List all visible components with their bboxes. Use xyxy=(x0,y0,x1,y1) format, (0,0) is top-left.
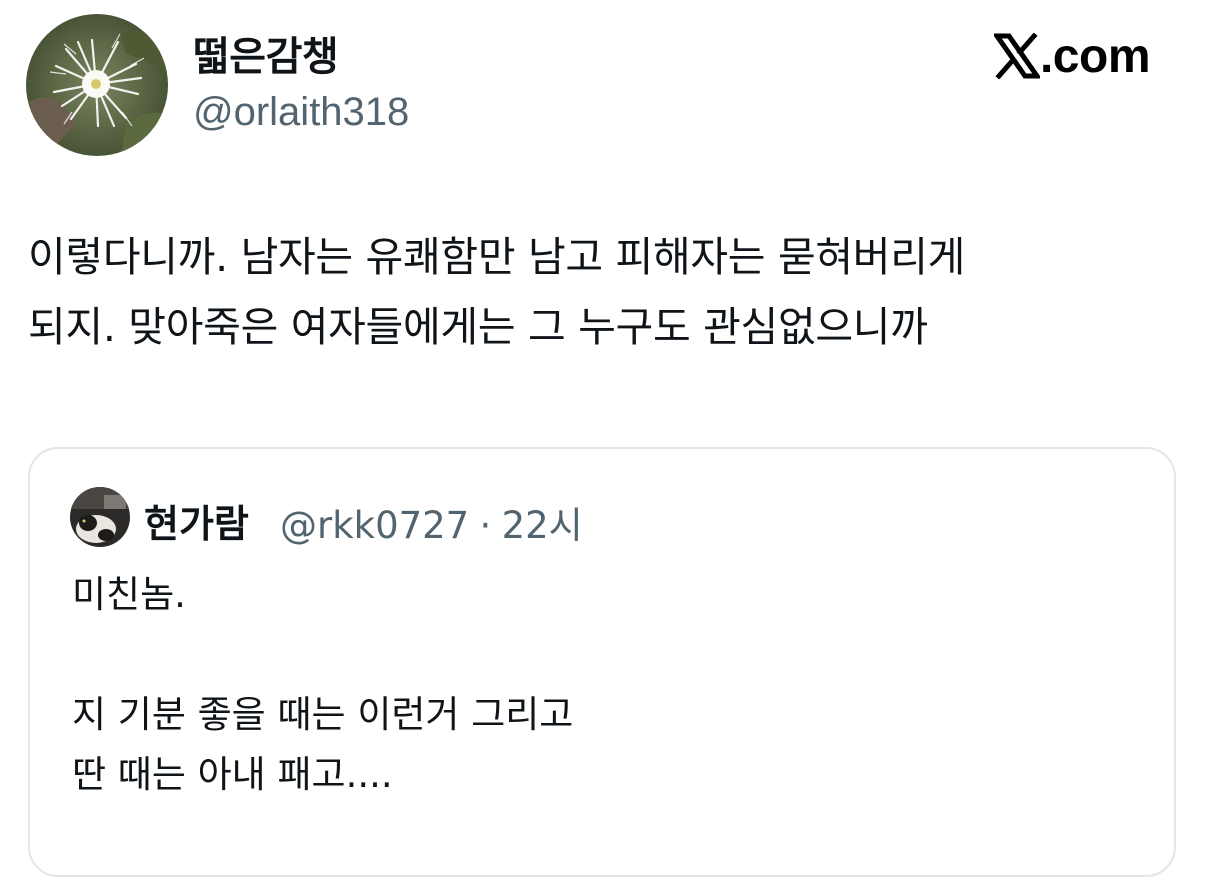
author-avatar[interactable] xyxy=(26,14,168,156)
quoted-tweet-card[interactable]: 현가람 @rkk0727 · 22시 미친놈. 지 기분 좋을 때는 이런거 그… xyxy=(28,447,1176,877)
flower-avatar-icon xyxy=(26,14,168,156)
author-handle[interactable]: @orlaith318 xyxy=(193,90,409,135)
tweet-body: 이렇다니까. 남자는 유쾌함만 남고 피해자는 묻혀버리게 되지. 맞아죽은 여… xyxy=(28,222,1188,362)
site-logo: .com xyxy=(993,28,1151,84)
quoted-tweet-body: 미친놈. 지 기분 좋을 때는 이런거 그리고 딴 때는 아내 패고.... xyxy=(72,565,573,805)
quoted-body-line: 미친놈. xyxy=(72,573,186,616)
author-display-name[interactable]: 떫은감챙 xyxy=(193,24,339,82)
quoted-timestamp[interactable]: 22시 xyxy=(502,504,583,547)
quoted-meta: @rkk0727 · 22시 xyxy=(280,495,583,549)
x-logo-icon xyxy=(993,33,1040,79)
site-logo-text: .com xyxy=(1039,29,1151,83)
quoted-body-line: 지 기분 좋을 때는 이런거 그리고 xyxy=(72,693,574,736)
tweet-body-line: 이렇다니까. 남자는 유쾌함만 남고 피해자는 묻혀버리게 xyxy=(28,233,966,281)
quoted-author-display-name[interactable]: 현가람 xyxy=(144,493,249,548)
quoted-body-blank-line xyxy=(72,625,573,685)
quoted-body-line: 딴 때는 아내 패고.... xyxy=(72,753,393,796)
tweet-body-line: 되지. 맞아죽은 여자들에게는 그 누구도 관심없으니까 xyxy=(28,303,928,351)
quoted-author-handle[interactable]: @rkk0727 xyxy=(280,504,469,547)
cat-avatar-icon xyxy=(70,487,130,547)
meta-separator: · xyxy=(479,504,492,547)
quoted-author-avatar[interactable] xyxy=(70,487,130,547)
tweet: 떫은감챙 @orlaith318 .com 이렇다니까. 남자는 유쾌함만 남고… xyxy=(0,0,1206,877)
